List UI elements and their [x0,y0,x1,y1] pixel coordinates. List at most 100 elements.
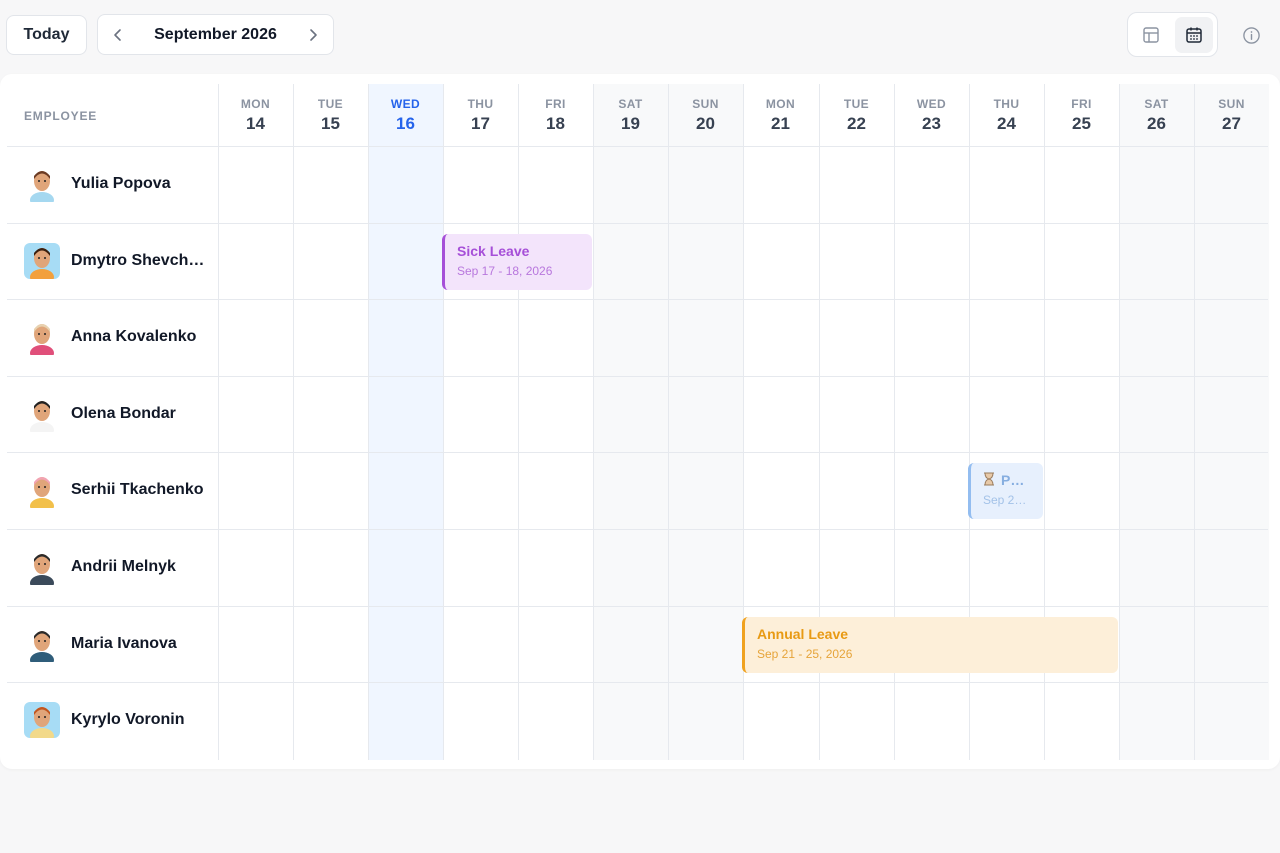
prev-month-button[interactable] [98,15,138,54]
calendar-view-icon [1186,27,1202,43]
day-header[interactable]: TUE 22 [819,84,894,146]
day-of-week: MON [765,96,796,111]
day-of-week: FRI [545,96,566,111]
avatar-icon [24,702,60,738]
today-button[interactable]: Today [6,15,87,55]
avatar-icon [24,166,60,202]
day-header[interactable]: TUE 15 [293,84,368,146]
avatar-icon [24,626,60,662]
day-number: 25 [1072,113,1091,133]
day-header[interactable]: SAT 26 [1119,84,1194,146]
hourglass-icon [984,472,994,486]
employee-row[interactable]: Andrii Melnyk [7,529,218,605]
day-number: 24 [997,113,1016,133]
day-header[interactable]: SUN 20 [668,84,743,146]
info-button[interactable] [1239,23,1263,47]
chevron-right-icon [310,28,317,41]
employee-row[interactable]: Kyrylo Voronin [7,682,218,758]
event-dates: Sep 21 - 25, 2026 [757,647,853,661]
employee-name: Andrii Melnyk [71,558,176,575]
day-header[interactable]: MON 21 [743,84,818,146]
day-header[interactable]: SUN 27 [1194,84,1269,146]
day-number: 23 [922,113,941,133]
day-header[interactable]: THU 24 [969,84,1044,146]
event-dates: Sep 24, 2026 [983,493,1031,507]
avatar-icon [24,319,60,355]
avatar-icon [24,472,60,508]
event-dates: Sep 17 - 18, 2026 [457,264,553,278]
event-title: Pending [983,472,1031,488]
info-icon [1242,26,1260,44]
pending-leave-event[interactable]: Pending Sep 24, 2026 [968,463,1043,519]
avatar-icon [24,396,60,432]
employee-name: Anna Kovalenko [71,328,197,345]
day-of-week: FRI [1071,96,1092,111]
employee-name: Yulia Popova [71,175,171,192]
day-of-week: SAT [618,96,643,111]
day-header[interactable]: THU 17 [443,84,518,146]
day-number: 21 [771,113,790,133]
day-number: 26 [1147,113,1166,133]
weekend-column-bg [1194,84,1269,760]
day-header[interactable]: MON 14 [218,84,293,146]
event-title: Sick Leave [457,243,530,259]
weekend-column-bg [1119,84,1194,760]
employee-name: Maria Ivanova [71,635,177,652]
column-divider [443,84,444,760]
day-of-week: WED [916,96,947,111]
day-of-week: WED [390,96,421,111]
month-navigator: September 2026 [97,14,334,55]
month-label: September 2026 [154,25,277,43]
day-number: 15 [321,113,340,133]
table-view-icon [1143,26,1159,43]
day-number: 16 [396,113,415,133]
column-divider [518,84,519,760]
annual-leave-event[interactable]: Annual Leave Sep 21 - 25, 2026 [742,617,1118,673]
day-number: 27 [1222,113,1241,133]
employee-row[interactable]: Yulia Popova [7,146,218,222]
day-of-week: TUE [843,96,870,111]
day-number: 17 [471,113,490,133]
column-divider [293,84,294,760]
day-number: 18 [546,113,565,133]
calendar-view-button[interactable] [1174,16,1213,53]
column-divider [593,84,594,760]
day-header[interactable]: FRI 18 [518,84,593,146]
day-header[interactable]: WED 23 [894,84,969,146]
employee-row[interactable]: Anna Kovalenko [7,299,218,375]
chevron-left-icon [114,28,121,41]
day-of-week: SUN [692,96,719,111]
day-number: 14 [246,113,265,133]
employee-row[interactable]: Serhii Tkachenko [7,452,218,528]
event-title: Annual Leave [757,626,849,642]
day-header[interactable]: FRI 25 [1044,84,1119,146]
column-divider [1194,84,1195,760]
view-toggle [1127,12,1218,57]
day-of-week: TUE [317,96,344,111]
day-number: 22 [847,113,866,133]
next-month-button[interactable] [293,15,333,54]
table-view-button[interactable] [1132,17,1171,53]
employee-name: Serhii Tkachenko [71,481,204,498]
employee-row[interactable]: Dmytro Shevchenko [7,223,218,299]
day-header[interactable]: SAT 19 [593,84,668,146]
employee-row[interactable]: Maria Ivanova [7,606,218,682]
calendar-toolbar: Today September 2026 [0,0,1280,70]
day-header[interactable]: WED 16 [368,84,443,146]
column-divider [368,84,369,760]
employee-column-header: EMPLOYEE [24,109,98,123]
employee-row[interactable]: Olena Bondar [7,376,218,452]
weekend-column-bg [593,84,668,760]
day-number: 19 [621,113,640,133]
day-number: 20 [696,113,715,133]
column-divider [668,84,669,760]
sick-leave-event[interactable]: Sick Leave Sep 17 - 18, 2026 [442,234,592,290]
day-of-week: THU [993,96,1020,111]
day-of-week: MON [240,96,271,111]
column-divider [218,84,219,760]
schedule-grid: EMPLOYEE MON 14 TUE 15 WED 16 THU 17 FRI 18 SAT 19 S… [0,74,1280,769]
employee-name: Kyrylo Voronin [71,711,185,728]
day-of-week: SAT [1144,96,1169,111]
day-of-week: THU [467,96,494,111]
day-of-week: SUN [1218,96,1245,111]
